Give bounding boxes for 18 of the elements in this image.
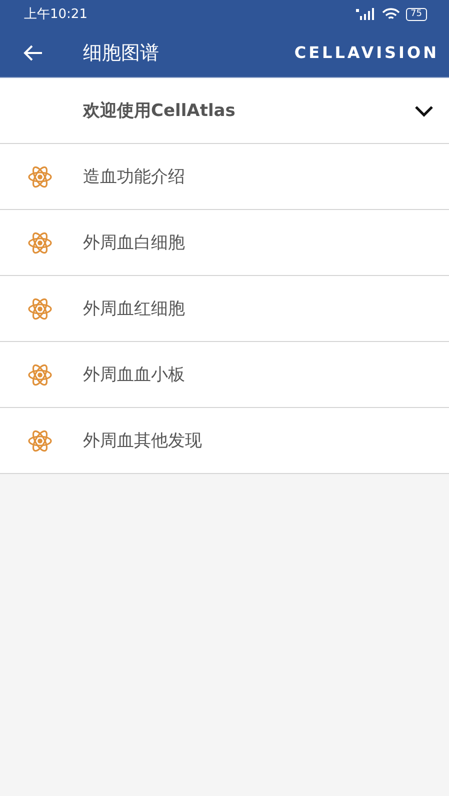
atom-icon	[27, 164, 53, 188]
page-title: 细胞图谱	[83, 40, 160, 66]
menu-item[interactable]: 外周血白细胞	[0, 210, 449, 276]
menu-item[interactable]: 外周血红细胞	[0, 276, 449, 342]
signal-icon	[356, 8, 376, 20]
menu-item[interactable]: 外周血其他发现	[0, 408, 449, 474]
atom-icon	[27, 428, 53, 452]
menu-item[interactable]: 外周血血小板	[0, 342, 449, 408]
brand-logo: CELLAVISION	[294, 43, 439, 62]
status-time: 上午10:21	[24, 6, 88, 23]
wifi-icon	[382, 8, 400, 20]
welcome-row[interactable]: 欢迎使用CellAtlas	[0, 78, 449, 144]
battery-level: 75	[406, 8, 427, 20]
atom-icon	[27, 362, 53, 386]
atom-icon	[27, 296, 53, 320]
atom-icon	[27, 230, 53, 254]
menu-item[interactable]: 造血功能介绍	[0, 144, 449, 210]
welcome-label: 欢迎使用CellAtlas	[83, 100, 236, 122]
